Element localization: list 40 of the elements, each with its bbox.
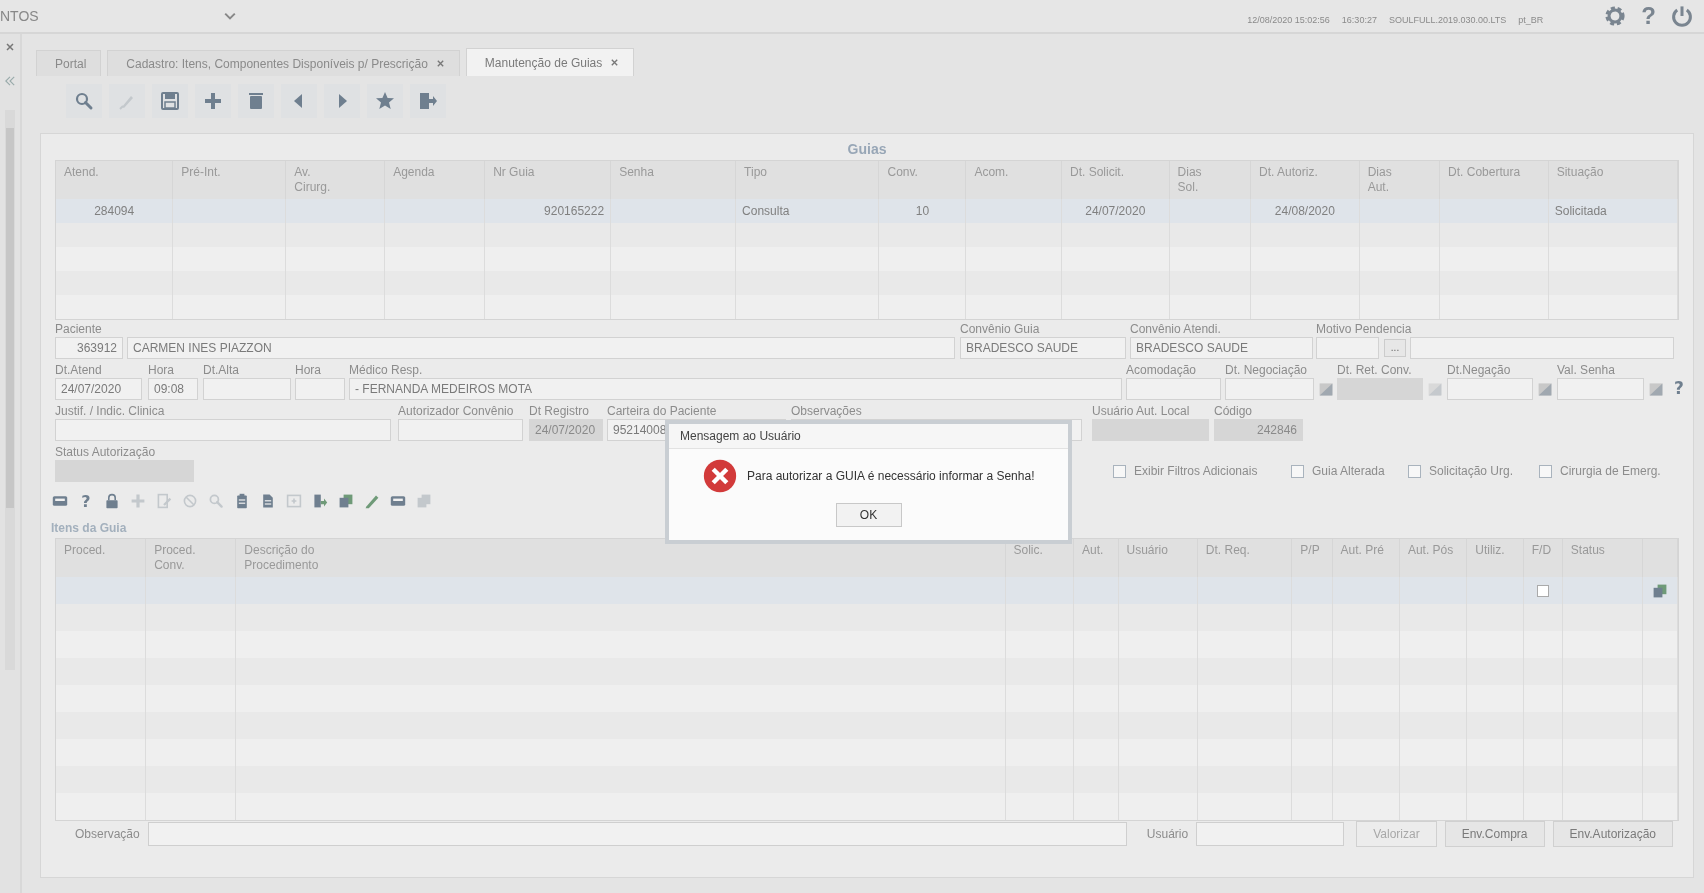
section-title: Guias [847, 141, 887, 157]
field-label: Observações [791, 404, 862, 418]
field-label: Dt.Atend [55, 363, 102, 377]
field-label: Dt. Ret. Conv. [1337, 363, 1412, 377]
field-label: Status Autorização [55, 445, 156, 459]
session-date: 12/08/2020 15:02:56 [1247, 15, 1330, 25]
version-label: SOULFULL.2019.030.00.LTS [1388, 15, 1507, 25]
table-cell-text: 10 [915, 203, 930, 220]
table-cell-text: 284094 [94, 203, 135, 220]
field-label: Observação [75, 827, 140, 841]
field-label: Hora [148, 363, 174, 377]
section-title: Itens da Guia [51, 521, 127, 535]
field-label: Val. Senha [1557, 363, 1615, 377]
field-label: Paciente [55, 322, 102, 336]
field-label: Usuário [1146, 827, 1189, 841]
field-label: Médico Resp. [349, 363, 423, 377]
field-label: Hora [295, 363, 321, 377]
table-cell-text: 24/07/2020 [1085, 203, 1146, 220]
field-label: Convênio Atendi. [1130, 322, 1221, 336]
dialog-title: Mensagem ao Usuário [669, 424, 1068, 449]
field-label: Usuário Aut. Local [1092, 404, 1190, 418]
field-label: Autorizador Convênio [398, 404, 514, 418]
table-cell-text: Consulta [742, 203, 790, 220]
module-name: NTOS [0, 8, 40, 24]
field-label: Dt.Alta [203, 363, 239, 377]
field-label: Dt. Negociação [1225, 363, 1308, 377]
dialog-message: Para autorizar a GUIA é necessário informar a Senha! [747, 469, 1035, 483]
field-label: Convênio Guia [960, 322, 1040, 336]
field-label: Motivo Pendencia [1316, 322, 1412, 336]
field-label: Código [1214, 404, 1253, 418]
field-label: Carteira do Paciente [607, 404, 717, 418]
field-label: Justif. / Indic. Clinica [55, 404, 165, 418]
field-label: Dt Registro [529, 404, 590, 418]
table-cell-text: 24/08/2020 [1274, 203, 1335, 220]
field-label: Acomodação [1126, 363, 1197, 377]
table-cell-text: Solicitada [1554, 203, 1607, 220]
field-label: Dt.Negação [1447, 363, 1511, 377]
locale-label: pt_BR [1518, 15, 1544, 25]
session-time: 16:30:27 [1341, 15, 1377, 25]
table-cell-text: 920165222 [544, 203, 605, 220]
